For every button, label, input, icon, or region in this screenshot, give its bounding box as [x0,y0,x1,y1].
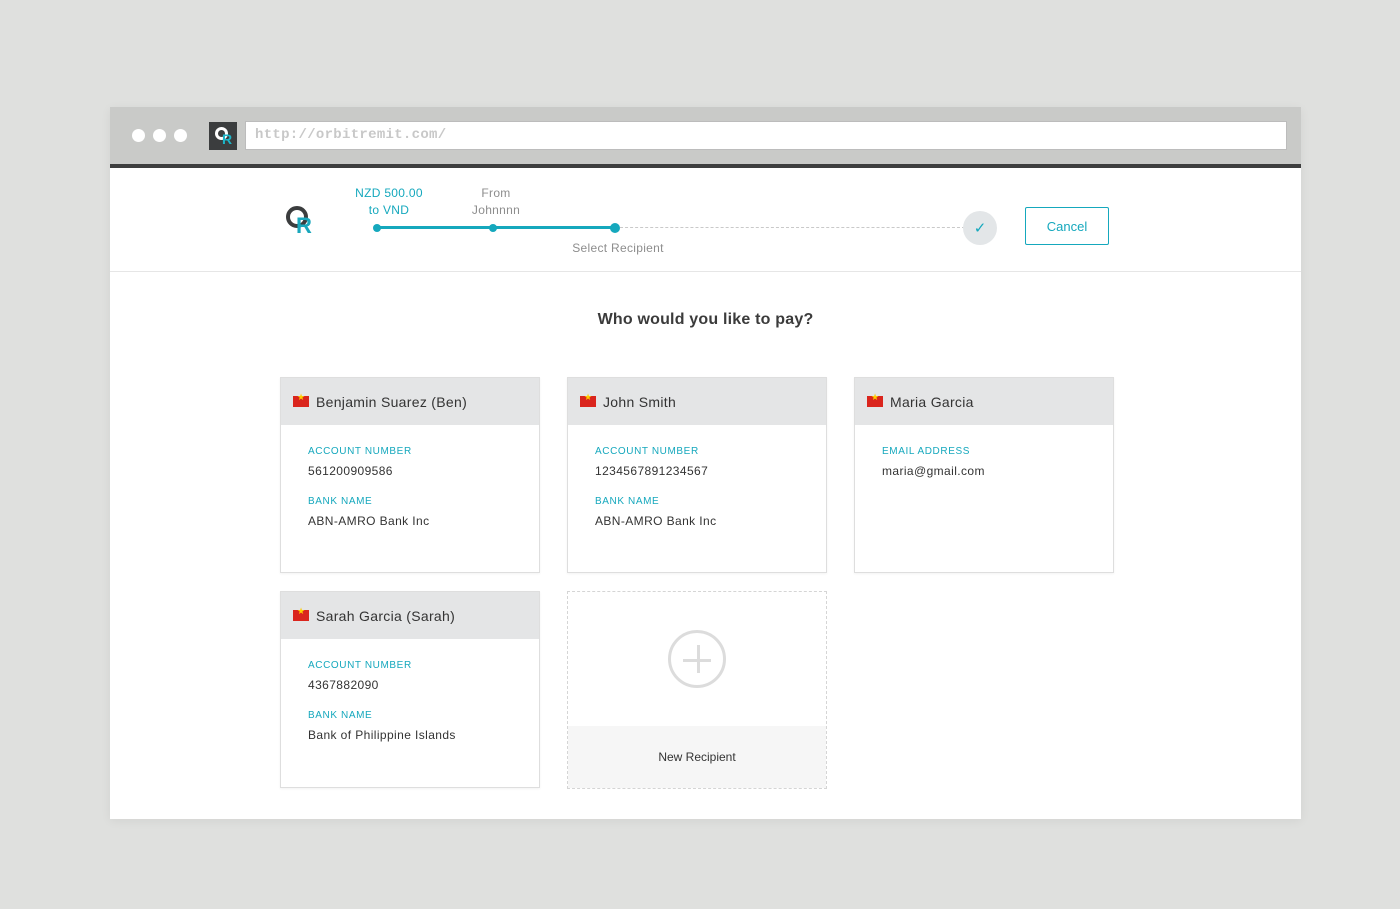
field-label: ACCOUNT NUMBER [308,446,412,457]
recipient-details: ACCOUNT NUMBER 1234567891234567 BANK NAM… [568,425,826,549]
recipient-name: Benjamin Suarez (Ben) [316,393,468,410]
recipient-details: ACCOUNT NUMBER 4367882090 BANK NAME Bank… [281,639,539,763]
recipient-name: Sarah Garcia (Sarah) [316,607,456,624]
step-dot-sender [489,224,497,232]
cancel-button[interactable]: Cancel [1025,207,1109,245]
field-label: EMAIL ADDRESS [882,446,971,457]
add-circle-icon[interactable] [668,630,726,688]
field-value: 1234567891234567 [595,464,709,478]
account-number-field: ACCOUNT NUMBER 4367882090 [308,660,512,692]
step-dot-amount [373,224,381,232]
field-label: BANK NAME [308,710,373,721]
recipient-details: ACCOUNT NUMBER 561200909586 BANK NAME AB… [281,425,539,549]
recipient-details: EMAIL ADDRESS maria@gmail.com [855,425,1113,499]
vietnam-flag-icon [867,393,883,407]
account-number-field: ACCOUNT NUMBER 561200909586 [308,446,512,478]
field-value: ABN-AMRO Bank Inc [595,514,717,528]
complete-check-icon: ✓ [963,211,997,245]
step-sender[interactable]: From Johnnnn [466,185,526,219]
vietnam-flag-icon [293,607,309,621]
window-minimize-dot[interactable] [153,129,166,142]
step-amount-line2: to VND [368,203,410,217]
field-value: 561200909586 [308,464,393,478]
progress-line-remaining [615,227,965,228]
new-recipient-card[interactable]: New Recipient [567,591,827,789]
field-value: ABN-AMRO Bank Inc [308,514,430,528]
field-label: ACCOUNT NUMBER [308,660,412,671]
browser-toolbar: R http://orbitremit.com/ [110,107,1301,168]
recipient-card-john[interactable]: John Smith ACCOUNT NUMBER 12345678912345… [567,377,827,573]
field-label: BANK NAME [595,496,660,507]
recipient-card-header: Sarah Garcia (Sarah) [281,592,539,639]
vietnam-flag-icon [293,393,309,407]
field-label: ACCOUNT NUMBER [595,446,699,457]
window-close-dot[interactable] [132,129,145,142]
recipient-card-benjamin[interactable]: Benjamin Suarez (Ben) ACCOUNT NUMBER 561… [280,377,540,573]
step-sender-line1: From [481,186,511,200]
browser-window: R http://orbitremit.com/ R NZD 500.00 to… [110,107,1301,819]
step-amount[interactable]: NZD 500.00 to VND [346,185,432,219]
step-sender-line2: Johnnnn [471,203,521,217]
bank-name-field: BANK NAME Bank of Philippine Islands [308,710,512,742]
address-bar[interactable]: http://orbitremit.com/ [245,121,1287,150]
vietnam-flag-icon [580,393,596,407]
recipient-name: Maria Garcia [890,393,974,410]
orbitremit-logo-icon[interactable]: R [286,206,316,240]
step-recipient-label: Select Recipient [572,241,664,255]
step-amount-line1: NZD 500.00 [355,186,423,200]
favicon-logo-icon: R [209,122,237,150]
recipient-card-header: Maria Garcia [855,378,1113,425]
bank-name-field: BANK NAME ABN-AMRO Bank Inc [595,496,799,528]
bank-name-field: BANK NAME ABN-AMRO Bank Inc [308,496,512,528]
new-recipient-label: New Recipient [568,726,826,788]
recipient-card-maria[interactable]: Maria Garcia EMAIL ADDRESS maria@gmail.c… [854,377,1114,573]
step-dot-recipient [610,223,620,233]
recipient-card-header: Benjamin Suarez (Ben) [281,378,539,425]
field-label: BANK NAME [308,496,373,507]
email-address-field: EMAIL ADDRESS maria@gmail.com [882,446,1086,478]
window-maximize-dot[interactable] [174,129,187,142]
recipient-card-sarah[interactable]: Sarah Garcia (Sarah) ACCOUNT NUMBER 4367… [280,591,540,788]
window-controls [132,129,187,142]
recipient-name: John Smith [603,393,677,410]
page-title: Who would you like to pay? [597,311,814,328]
field-value: maria@gmail.com [882,464,985,478]
field-value: Bank of Philippine Islands [308,728,456,742]
account-number-field: ACCOUNT NUMBER 1234567891234567 [595,446,799,478]
recipient-card-header: John Smith [568,378,826,425]
progress-header: R NZD 500.00 to VND From Johnnnn Select … [110,168,1301,272]
field-value: 4367882090 [308,678,379,692]
